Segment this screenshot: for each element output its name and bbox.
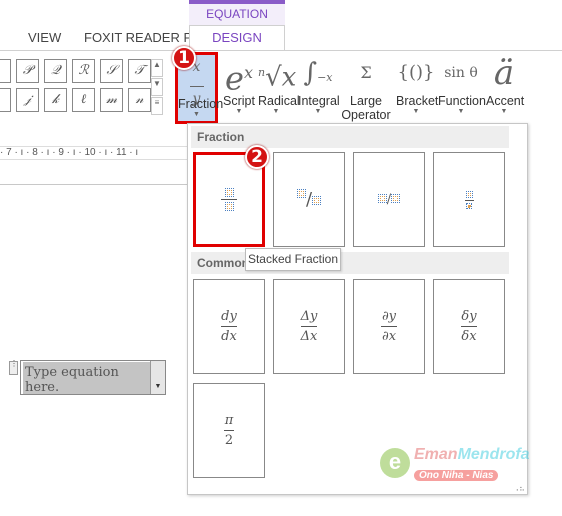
page-edge <box>0 184 187 185</box>
radical-label: Radical <box>258 94 300 108</box>
symbol-button[interactable]: 𝒫 <box>16 59 39 83</box>
fraction-gallery-dropdown: Fraction / / Common Fraction dy dx Δy Δx ∂… <box>187 123 528 495</box>
large-operator-label: Large <box>350 94 382 108</box>
integral-icon: ∫−x <box>303 58 333 88</box>
callout-badge-1: 1 <box>172 46 196 70</box>
common-fraction-tile[interactable]: ∂y ∂x <box>353 279 425 374</box>
bracket-label: Bracket <box>396 94 439 108</box>
gallery-scroll-down[interactable]: ▼ <box>151 78 163 96</box>
denominator: 2 <box>224 433 234 448</box>
equation-tools-group-label: EQUATION TOOLS <box>189 0 285 41</box>
skewed-fraction-tile[interactable]: / <box>273 152 345 247</box>
chevron-down-icon: ▼ <box>457 108 465 115</box>
tab-design[interactable]: DESIGN <box>189 25 285 51</box>
large-operator-button[interactable]: Σ Large Operator ▼ <box>340 52 392 135</box>
symbol-button[interactable]: ℛ <box>72 59 95 83</box>
function-icon: sin θ <box>444 65 478 81</box>
callout-badge-2: 2 <box>245 145 269 169</box>
accent-icon: ä <box>493 53 515 93</box>
numerator: δy <box>461 309 477 324</box>
symbol-button[interactable]: 𝒿 <box>16 88 39 112</box>
numerator: ∂y <box>381 309 397 324</box>
common-fraction-tile[interactable]: dy dx <box>193 279 265 374</box>
ruler: · 7 · ı · 8 · ı · 9 · ı · 10 · ı · 11 · … <box>0 146 187 160</box>
common-fraction-tile[interactable]: π2 <box>193 383 265 478</box>
denominator: ∂x <box>381 329 397 344</box>
numerator: Δy <box>300 309 318 324</box>
symbol-button[interactable] <box>0 59 11 83</box>
radical-icon: n√x <box>258 62 297 93</box>
symbol-button[interactable]: ℓ <box>72 88 95 112</box>
gallery-scroll-up[interactable]: ▲ <box>151 59 163 77</box>
bracket-button[interactable]: {()} Bracket ▼ <box>396 52 439 124</box>
common-fraction-tile[interactable]: δy δx <box>433 279 505 374</box>
chevron-down-icon: ▼ <box>500 108 508 115</box>
chevron-down-icon: ▼ <box>235 108 243 115</box>
operator-text: Operator <box>341 108 391 122</box>
integral-label: Integral <box>298 94 340 108</box>
small-fraction-icon <box>464 190 474 209</box>
symbol-button[interactable]: 𝒮 <box>100 59 123 83</box>
symbol-button[interactable]: 𝒬 <box>44 59 67 83</box>
numerator: π <box>224 413 234 428</box>
section-header-common-fraction: Common Fraction <box>191 252 509 274</box>
symbol-button[interactable]: 𝒯 <box>128 59 151 83</box>
function-button[interactable]: sin θ Function ▼ <box>438 52 486 124</box>
numerator: dy <box>221 309 237 324</box>
linear-fraction-tile[interactable]: / <box>353 152 425 247</box>
equation-options-dropdown[interactable]: ▼ <box>150 361 165 394</box>
radical-button[interactable]: n√x Radical ▼ <box>258 52 300 124</box>
denominator: Δx <box>300 329 318 344</box>
chevron-down-icon: ▼ <box>272 108 280 115</box>
integral-button[interactable]: ∫−x Integral ▼ <box>298 52 340 124</box>
section-header-fraction: Fraction <box>191 126 509 148</box>
small-fraction-tile[interactable] <box>433 152 505 247</box>
equation-box[interactable]: Type equation here. ▼ <box>20 360 166 395</box>
gallery-more[interactable]: ≡ <box>151 97 163 115</box>
stacked-fraction-icon <box>221 188 237 211</box>
symbol-button[interactable]: 𝓃 <box>128 88 151 112</box>
watermark-logo: e EmanMendrofa Ono Niha - Nias <box>380 446 530 490</box>
linear-fraction-icon: / <box>377 192 401 207</box>
chevron-down-icon: ▼ <box>412 108 420 115</box>
script-icon: ex <box>225 59 253 98</box>
equation-input[interactable]: Type equation here. <box>23 362 150 395</box>
script-button[interactable]: ex Script ▼ <box>222 52 256 124</box>
equation-handle[interactable]: ⋮ <box>9 360 18 375</box>
symbol-button[interactable]: 𝓂 <box>100 88 123 112</box>
chevron-down-icon: ▼ <box>314 108 322 115</box>
function-label: Function <box>438 94 486 108</box>
accent-button[interactable]: ä Accent ▼ <box>486 52 525 124</box>
summation-icon: Σ <box>360 63 372 82</box>
denominator: dx <box>221 329 237 344</box>
tab-view[interactable]: VIEW <box>28 30 61 45</box>
script-label: Script <box>223 94 255 108</box>
resize-grip[interactable]: ⠠⠦ <box>513 484 525 493</box>
common-fraction-tile[interactable]: Δy Δx <box>273 279 345 374</box>
chevron-down-icon: ▼ <box>193 111 200 118</box>
symbol-button[interactable]: 𝓀 <box>44 88 67 112</box>
bracket-icon: {()} <box>397 62 435 83</box>
skewed-fraction-icon: / <box>296 189 322 210</box>
denominator: δx <box>461 329 477 344</box>
tooltip: Stacked Fraction <box>245 248 341 271</box>
fraction-label: Fraction <box>178 97 224 111</box>
accent-label: Accent <box>486 94 525 108</box>
symbol-button[interactable] <box>0 88 11 112</box>
